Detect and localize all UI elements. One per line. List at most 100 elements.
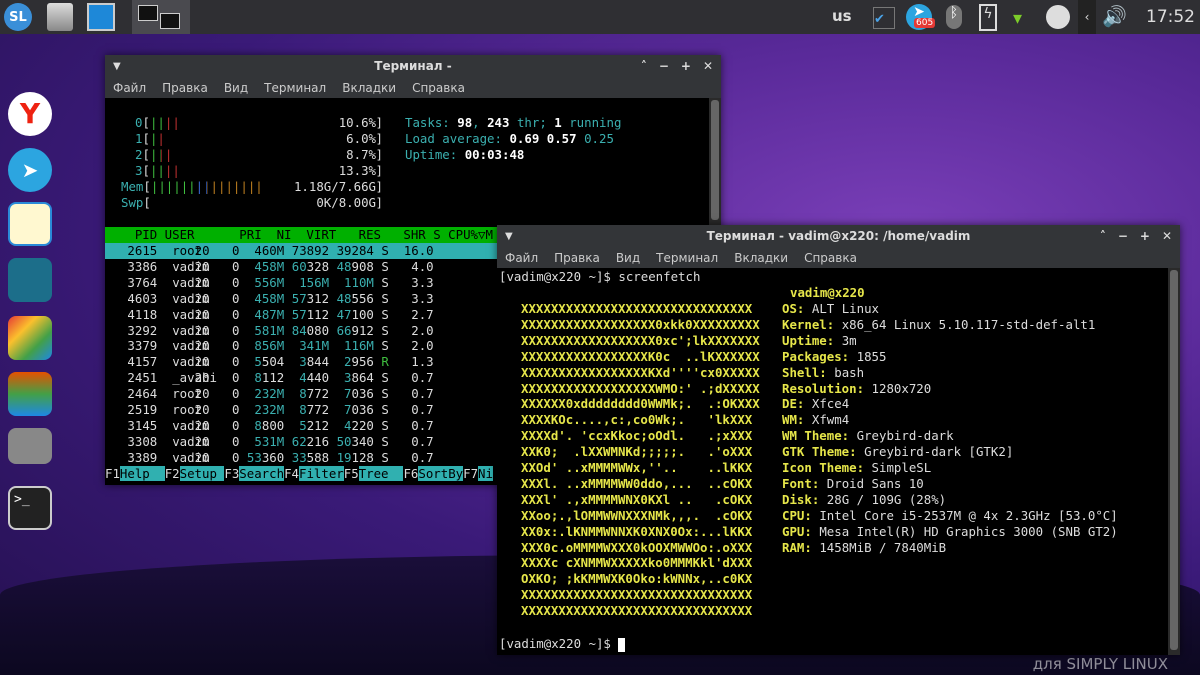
cell-nice: 0 bbox=[231, 402, 240, 417]
terminal-icon[interactable]: >_ bbox=[8, 486, 52, 530]
ascii-logo-line: XXXXXXXXXXXXXXXXXX0xc';lkXXXXXXX bbox=[521, 332, 760, 348]
cell-pid: 4603 bbox=[127, 290, 158, 306]
cell-pid: 3379 bbox=[127, 338, 158, 354]
menu-item[interactable]: Терминал bbox=[264, 81, 326, 95]
menu-item[interactable]: Правка bbox=[162, 81, 208, 95]
menu-item[interactable]: Файл bbox=[505, 251, 538, 265]
menu-item[interactable]: Терминал bbox=[656, 251, 718, 265]
swp-label: Swp bbox=[121, 194, 144, 210]
window-menu-icon[interactable]: ▼ bbox=[505, 231, 513, 242]
cell-shr: 48908 bbox=[337, 259, 374, 275]
wifi-icon[interactable]: ▾ bbox=[1013, 8, 1022, 36]
menu-item[interactable]: Справка bbox=[412, 81, 465, 95]
office-icon[interactable] bbox=[8, 316, 52, 360]
ascii-logo-line: XXXXc cXNMMWXXXXXko0MMMKkl'dXXX bbox=[521, 555, 753, 571]
thread-count: 243 bbox=[487, 115, 510, 130]
window-icon[interactable] bbox=[87, 3, 115, 31]
terminal-line: XXXXXXXXXXXXXXXXXK0c ..lKXXXXXX bbox=[521, 349, 760, 365]
menu-bar: Файл Правка Вид Терминал Вкладки Справка bbox=[105, 77, 721, 98]
cell-res: 33588 bbox=[292, 450, 329, 466]
fkey-label[interactable]: Tree bbox=[358, 465, 404, 481]
menu-item[interactable]: Вкладки bbox=[342, 81, 396, 95]
info-value: 28G / 109G (28%) bbox=[826, 491, 947, 507]
cell-cpu-percent: 1.3 bbox=[411, 354, 434, 370]
maximize-icon[interactable]: + bbox=[1140, 229, 1150, 243]
cell-res: 60328 bbox=[292, 259, 329, 275]
terminal-line: GPU: Mesa Intel(R) HD Graphics 3000 (SNB… bbox=[782, 524, 1118, 540]
ascii-logo-line: XX0x:.lKNMMWNNXK0XNX0Ox:...lKKX bbox=[521, 523, 753, 539]
info-label: Icon Theme: bbox=[782, 460, 865, 475]
terminal-content[interactable]: [vadim@x220 ~]$ screenfetch vadim@x220 XXX… bbox=[497, 268, 1180, 655]
minimize-icon[interactable]: − bbox=[1118, 229, 1128, 243]
fkey[interactable]: F4 bbox=[284, 466, 299, 481]
cell-state: S bbox=[381, 258, 389, 274]
fkey[interactable]: F2 bbox=[165, 466, 180, 481]
cell-shr: 3864 bbox=[344, 370, 374, 386]
close-icon[interactable]: ✕ bbox=[1162, 229, 1172, 243]
fkey[interactable]: F5 bbox=[344, 466, 359, 481]
fkey-label[interactable]: SortBy bbox=[418, 465, 464, 481]
volume-icon[interactable]: 🔊 bbox=[1102, 4, 1127, 32]
telegram-icon[interactable]: ➤ bbox=[8, 148, 52, 192]
cell-low-digits: 772 bbox=[306, 402, 330, 417]
battery-icon[interactable]: ϟ bbox=[979, 4, 997, 31]
fkey[interactable]: F6 bbox=[403, 466, 418, 481]
maximize-icon[interactable]: + bbox=[681, 59, 691, 73]
window-manager-icon[interactable] bbox=[8, 258, 52, 302]
load-label: Load average: bbox=[405, 130, 502, 146]
chevron-left-icon[interactable]: ‹ bbox=[1078, 0, 1096, 34]
cell-cpu-percent: 2.7 bbox=[411, 306, 434, 322]
cell-low-digits: 328 bbox=[306, 258, 330, 274]
cell-high-digits: 66 bbox=[336, 322, 352, 338]
clock[interactable]: 17:52 bbox=[1146, 7, 1195, 27]
steam-icon[interactable] bbox=[1046, 5, 1070, 29]
terminal-line: Load average: 0.69 0.57 0.25 bbox=[405, 131, 614, 147]
clipboard-icon[interactable]: ✔ bbox=[873, 7, 895, 29]
keyboard-layout[interactable]: us bbox=[832, 7, 852, 25]
terminal-line: Uptime: 00:03:48 bbox=[405, 147, 524, 163]
cell-shr: 48556 bbox=[337, 291, 374, 307]
network-icon[interactable] bbox=[8, 428, 52, 464]
menu-item[interactable]: Вид bbox=[616, 251, 640, 265]
ascii-logo-line: OXKO; ;kKMMWXK0Oko:kWNNx,..c0KX bbox=[521, 571, 753, 587]
maximize-up-icon[interactable]: ˄ bbox=[1100, 229, 1106, 243]
menu-item[interactable]: Вид bbox=[224, 81, 248, 95]
file-manager-icon[interactable] bbox=[47, 3, 73, 31]
window-menu-icon[interactable]: ▼ bbox=[113, 61, 121, 72]
fkey[interactable]: F1 bbox=[105, 466, 120, 481]
close-icon[interactable]: ✕ bbox=[703, 59, 713, 73]
scrollbar[interactable] bbox=[1168, 268, 1180, 655]
bluetooth-icon[interactable]: ᛒ bbox=[946, 5, 962, 29]
layers-icon[interactable] bbox=[8, 372, 52, 416]
load-average: 0.25 bbox=[584, 130, 614, 146]
info-label: Font: bbox=[782, 475, 820, 491]
menu-item[interactable]: Файл bbox=[113, 81, 146, 95]
fkey[interactable]: F7 bbox=[463, 466, 478, 481]
menu-item[interactable]: Справка bbox=[804, 251, 857, 265]
notes-icon[interactable] bbox=[8, 202, 52, 246]
maximize-up-icon[interactable]: ˄ bbox=[641, 59, 647, 73]
fkey-label[interactable]: Help bbox=[119, 465, 165, 481]
simplylinux-logo-icon[interactable]: SL bbox=[4, 3, 32, 31]
info-value: Greybird-dark [GTK2] bbox=[864, 444, 1014, 460]
menu-item[interactable]: Вкладки bbox=[734, 251, 788, 265]
bracket: ] bbox=[375, 130, 383, 146]
fkey-label[interactable]: Filter bbox=[298, 465, 344, 481]
info-label: WM Theme: bbox=[782, 428, 850, 444]
fkey-label[interactable]: Search bbox=[239, 465, 285, 481]
fkey-label[interactable]: Ni bbox=[478, 465, 493, 481]
info-value: x86_64 Linux 5.10.117-std-def-alt1 bbox=[841, 316, 1096, 332]
terminal-task-icon[interactable] bbox=[132, 0, 190, 34]
terminal-line: XXXXXXXXXXXXXXXXXXWMO:' .;dXXXXX bbox=[521, 381, 760, 397]
yandex-browser-icon[interactable]: Y bbox=[8, 92, 52, 136]
telegram-badge: 605 bbox=[914, 18, 936, 28]
telegram-icon[interactable]: ➤ 605 bbox=[906, 4, 936, 30]
fkey-label[interactable]: Setup bbox=[179, 465, 225, 481]
cell-virt: 232M bbox=[254, 402, 285, 417]
minimize-icon[interactable]: − bbox=[659, 59, 669, 73]
cell-high-digits: 8 bbox=[299, 402, 307, 417]
cell-nice: 0 bbox=[231, 417, 240, 433]
fkey[interactable]: F3 bbox=[224, 466, 239, 481]
cell-virt: 581M bbox=[254, 322, 285, 338]
menu-item[interactable]: Правка bbox=[554, 251, 600, 265]
